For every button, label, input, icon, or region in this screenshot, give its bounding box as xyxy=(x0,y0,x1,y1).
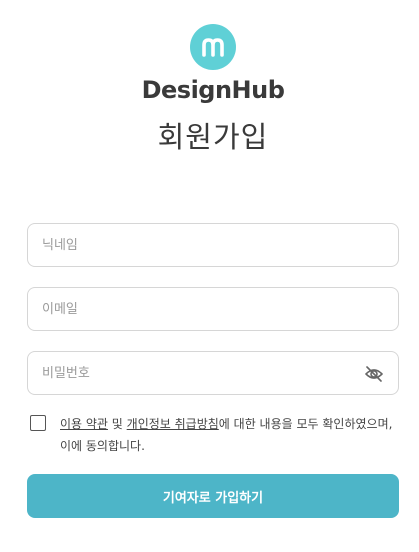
email-field-wrapper xyxy=(27,287,399,331)
agreement-checkbox[interactable] xyxy=(30,415,46,431)
agreement-text: 이용 약관 및 개인정보 취급방침에 대한 내용을 모두 확인하였으며, 이에 … xyxy=(60,413,400,457)
nickname-field-wrapper xyxy=(27,223,399,267)
nickname-input[interactable] xyxy=(28,224,398,266)
m-logo-icon xyxy=(202,38,224,57)
agreement-connector: 및 xyxy=(107,417,127,431)
privacy-policy-link[interactable]: 개인정보 취급방침 xyxy=(127,417,219,431)
terms-link[interactable]: 이용 약관 xyxy=(60,417,108,431)
eye-off-icon[interactable] xyxy=(364,364,384,384)
brand-name: DesignHub xyxy=(141,76,285,104)
password-input[interactable] xyxy=(28,352,398,394)
brand-logo xyxy=(190,24,236,70)
page-title: 회원가입 xyxy=(157,120,269,154)
signup-button[interactable]: 기여자로 가입하기 xyxy=(27,474,399,518)
password-field-wrapper xyxy=(27,351,399,395)
email-input[interactable] xyxy=(28,288,398,330)
